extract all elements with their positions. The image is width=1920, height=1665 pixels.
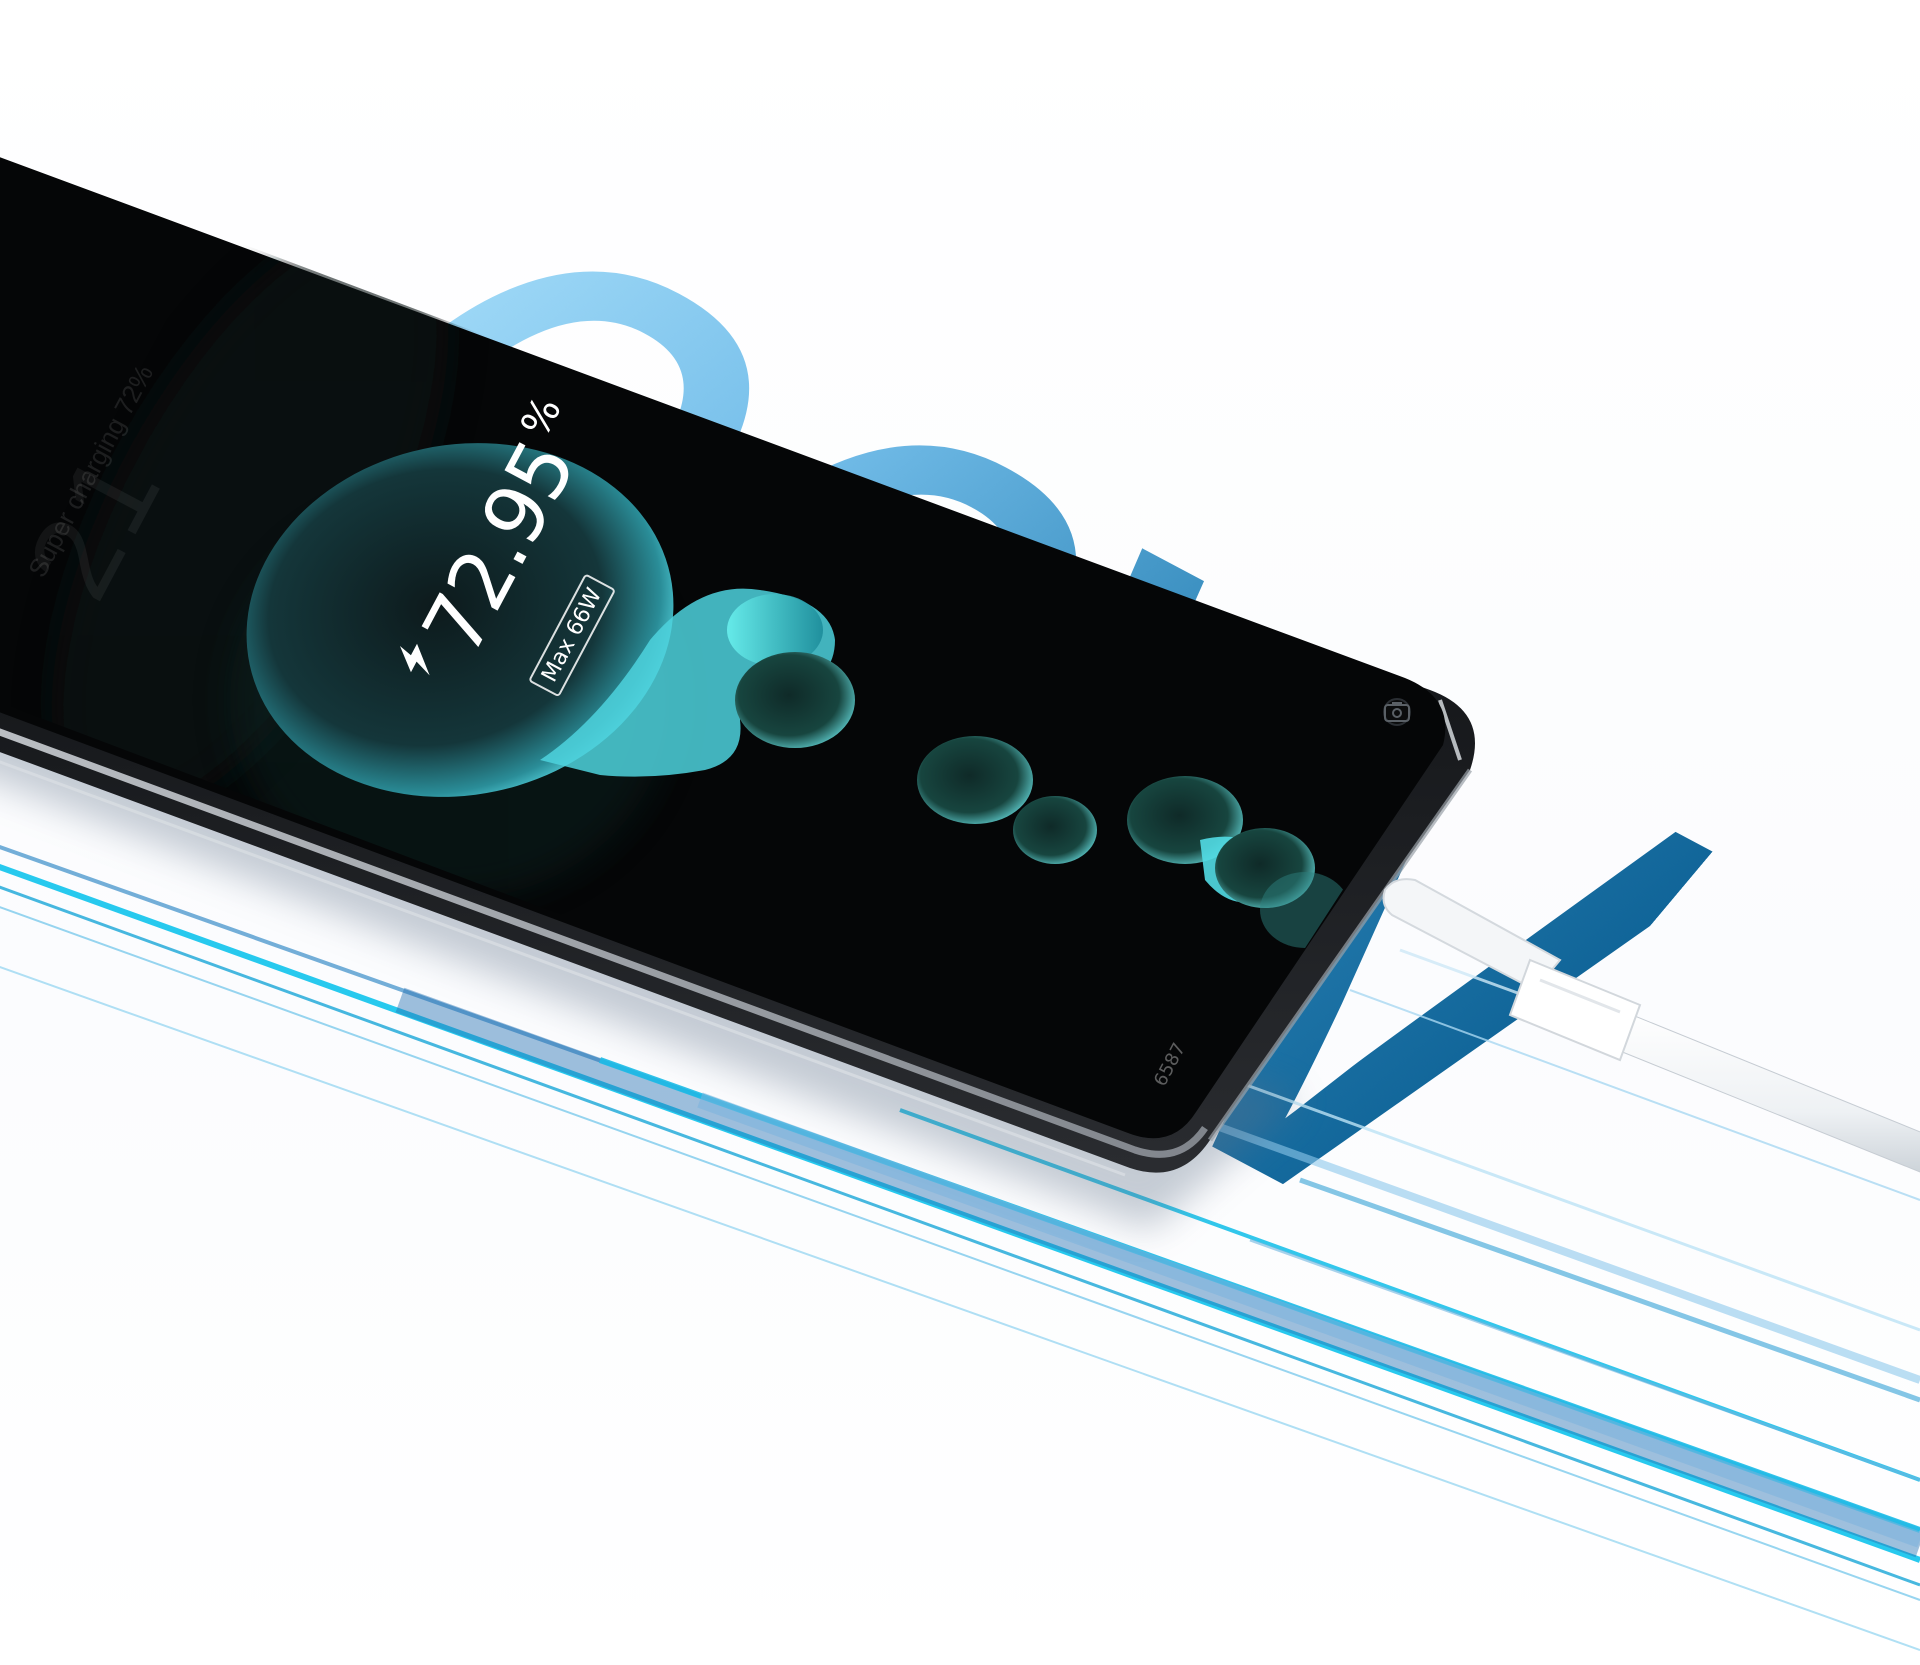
small-bubble — [1013, 796, 1097, 864]
camera-icon — [1383, 700, 1411, 724]
small-bubble — [917, 736, 1033, 824]
charging-hero-image: 66W — [0, 0, 1920, 1665]
phone-scene — [0, 157, 1920, 1651]
phone — [0, 157, 1475, 1177]
charging-cable — [1382, 878, 1920, 1173]
